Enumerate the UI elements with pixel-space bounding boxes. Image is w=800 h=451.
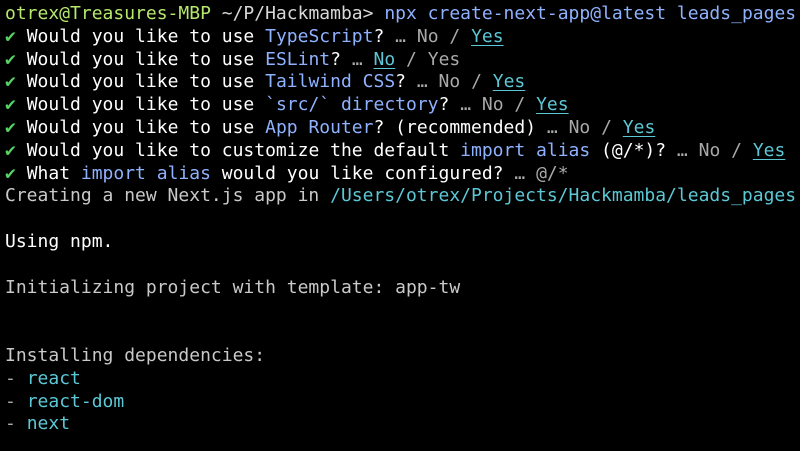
question-text: Would you like to use xyxy=(26,25,266,47)
creating-text: Creating a new Next.js app in xyxy=(5,185,331,207)
question-suffix: ? xyxy=(330,48,341,70)
ellipsis: … xyxy=(351,48,363,70)
question-highlight: `src/` directory xyxy=(265,94,439,116)
installing-heading: Installing dependencies: xyxy=(5,344,266,366)
question-text: What xyxy=(26,162,81,184)
option-no: No xyxy=(568,116,591,138)
check-icon: ✔ xyxy=(5,48,16,70)
option-yes-selected: Yes xyxy=(492,71,526,93)
ellipsis: … xyxy=(514,162,526,184)
dependency-name: react xyxy=(26,367,81,389)
check-icon: ✔ xyxy=(5,94,16,116)
option-separator: / xyxy=(471,71,482,93)
creating-end: . xyxy=(796,185,800,206)
ellipsis: … xyxy=(416,71,428,93)
question-text: Would you like to customize the default xyxy=(26,139,461,161)
dependency-name: next xyxy=(26,413,71,435)
question-highlight: ESLint xyxy=(265,48,331,70)
option-yes-selected: Yes xyxy=(752,139,786,161)
question-line: ✔ Would you like to use `src/` directory… xyxy=(5,94,800,117)
alias-answer: @/* xyxy=(536,162,569,184)
question-text: Would you like to use xyxy=(26,94,266,116)
check-icon: ✔ xyxy=(5,162,16,184)
option-separator: / xyxy=(601,116,612,138)
prompt-cwd: ~/P/Hackmamba xyxy=(221,3,363,24)
terminal-window[interactable]: otrex@Treasures-MBP ~/P/Hackmamba> npx c… xyxy=(0,0,800,451)
ellipsis: … xyxy=(460,94,472,116)
option-separator: / xyxy=(514,94,526,116)
question-highlight: App Router xyxy=(265,116,374,138)
question-text: Would you like to use xyxy=(26,71,266,93)
option-no: No xyxy=(438,71,461,93)
option-yes: Yes xyxy=(427,48,461,70)
prompt-symbol: > xyxy=(362,3,374,24)
question-line: ✔ Would you like to use TypeScript? … No… xyxy=(5,26,800,49)
option-separator: / xyxy=(406,48,417,70)
check-icon: ✔ xyxy=(5,139,16,161)
question-line: ✔ Would you like to customize the defaul… xyxy=(5,140,800,163)
option-no: No xyxy=(481,94,504,116)
using-npm-line: Using npm. xyxy=(5,230,114,252)
option-yes-selected: Yes xyxy=(622,116,656,138)
question-highlight: Tailwind CSS xyxy=(265,71,396,93)
project-path: /Users/otrex/Projects/Hackmamba/leads_pa… xyxy=(330,185,797,207)
prompt-user-host: otrex@Treasures-MBP xyxy=(5,3,211,24)
question-suffix: (@/*)? xyxy=(590,139,667,161)
question-highlight: import alias xyxy=(80,162,211,184)
option-no: No xyxy=(698,139,721,161)
question-line: ✔ Would you like to use ESLint? … No / Y… xyxy=(5,49,800,72)
question-suffix: ? xyxy=(438,94,450,116)
list-dash: - xyxy=(5,390,16,412)
question-text: Would you like to use xyxy=(26,48,266,70)
ellipsis: … xyxy=(676,139,688,161)
question-suffix: ? xyxy=(395,71,406,93)
dependency-item: - react-dom xyxy=(5,391,800,414)
check-icon: ✔ xyxy=(5,116,16,138)
ellipsis: … xyxy=(546,116,558,138)
option-no: No xyxy=(416,25,439,47)
option-separator: / xyxy=(449,25,461,47)
list-dash: - xyxy=(5,367,16,389)
option-no-selected: No xyxy=(373,48,396,70)
question-text: Would you like to use xyxy=(26,116,266,138)
question-line: ✔ Would you like to use App Router? (rec… xyxy=(5,117,800,140)
question-highlight: TypeScript xyxy=(265,25,374,47)
dependency-item: - react xyxy=(5,368,800,391)
initializing-line: Initializing project with template: app-… xyxy=(5,276,461,298)
prompt-command: npx create-next-app@latest leads_pages xyxy=(384,3,797,24)
prompt-line: otrex@Treasures-MBP ~/P/Hackmamba> npx c… xyxy=(5,3,800,26)
option-yes-selected: Yes xyxy=(471,25,504,47)
dependency-name: react-dom xyxy=(26,390,125,412)
option-separator: / xyxy=(731,139,742,161)
question-suffix: ? xyxy=(373,25,385,47)
creating-line: Creating a new Next.js app in /Users/otr… xyxy=(5,185,800,208)
check-icon: ✔ xyxy=(5,25,16,47)
check-icon: ✔ xyxy=(5,71,16,93)
dependency-item: - next xyxy=(5,413,800,436)
alias-question-line: ✔ What import alias would you like confi… xyxy=(5,163,800,186)
question-line: ✔ Would you like to use Tailwind CSS? … … xyxy=(5,71,800,94)
ellipsis: … xyxy=(395,25,407,47)
list-dash: - xyxy=(5,413,16,435)
question-suffix: ? (recommended) xyxy=(373,116,537,138)
question-highlight: import alias xyxy=(460,139,591,161)
option-yes-selected: Yes xyxy=(536,94,569,116)
question-suffix: would you like configured? xyxy=(210,162,504,184)
